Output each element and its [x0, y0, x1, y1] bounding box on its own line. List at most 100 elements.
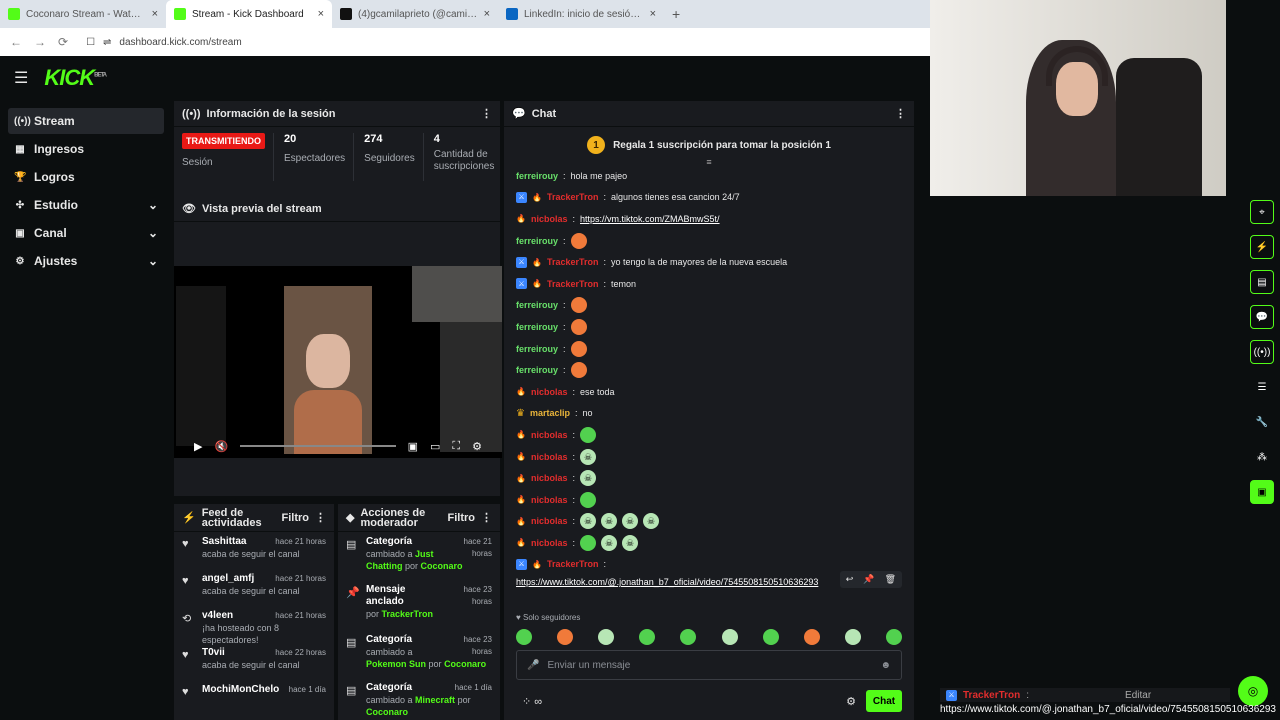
- chat-message[interactable]: ♛ martaclip: no: [504, 403, 914, 425]
- sidebar-item-ingresos[interactable]: ▦ Ingresos: [8, 136, 164, 162]
- collapse-icon[interactable]: ≡: [504, 157, 914, 167]
- broadcast-icon[interactable]: ((•)): [1250, 340, 1274, 364]
- back-icon[interactable]: ←: [10, 35, 22, 49]
- trash-icon[interactable]: 🗑: [885, 574, 896, 585]
- theater-icon[interactable]: ▭: [430, 440, 440, 453]
- chat-link[interactable]: https://www.tiktok.com/@.jonathan_b7_ofi…: [516, 577, 818, 587]
- emote-picker-icon[interactable]: [639, 629, 656, 645]
- chat-message[interactable]: 🔥 nicbolas: ☠: [504, 446, 914, 468]
- close-icon[interactable]: ×: [650, 8, 656, 20]
- forward-icon[interactable]: →: [34, 35, 46, 49]
- chat-input[interactable]: 🎤 Enviar un mensaje ☻: [516, 650, 902, 680]
- people-icon[interactable]: ⁘: [522, 696, 531, 708]
- mod-action-item[interactable]: ▤ hace 21 horas Categoría cambiado a Just C…: [338, 532, 500, 580]
- filter-button[interactable]: Filtro: [282, 512, 310, 524]
- mic-icon[interactable]: 🎤: [527, 660, 539, 671]
- infinity-icon[interactable]: ∞: [534, 696, 542, 708]
- close-icon[interactable]: ×: [484, 8, 490, 20]
- chat-message[interactable]: ferreirouy:: [504, 295, 914, 317]
- wrench-icon[interactable]: 🔧: [1250, 410, 1274, 434]
- browser-tab-active[interactable]: Stream - Kick Dashboard ×: [166, 0, 332, 28]
- kick-logo[interactable]: KICKBETA: [44, 65, 107, 91]
- mute-icon[interactable]: 🔇: [214, 440, 228, 453]
- edit-button[interactable]: Editar: [1125, 690, 1151, 701]
- emoji-icon[interactable]: ☻: [880, 660, 891, 671]
- chat-message[interactable]: ferreirouy: hola me pajeo: [504, 165, 914, 187]
- mod-action-item[interactable]: 📌 hace 23 horas Mensaje anclado por Tracker…: [338, 580, 500, 630]
- layers-icon[interactable]: ☰: [1250, 375, 1274, 399]
- sidebar-item-stream[interactable]: ((•)) Stream: [8, 108, 164, 134]
- browser-tab[interactable]: (4)gcamilaprieto (@camilaprieto_) ×: [332, 0, 498, 28]
- site-info-icon[interactable]: ⇌: [103, 37, 111, 48]
- emote-picker-icon[interactable]: [885, 629, 902, 645]
- new-tab-button[interactable]: +: [664, 0, 688, 28]
- mod-action-item[interactable]: ▤ hace 1 día Categoría cambiado a Minecraft…: [338, 678, 500, 720]
- emote-picker-icon[interactable]: [557, 629, 574, 645]
- chevron-down-icon[interactable]: ⌄: [148, 254, 158, 268]
- chat-message[interactable]: ⚔ 🔥 TrackerTron: algunos tienes esa cancion…: [504, 187, 914, 209]
- seek-bar[interactable]: [240, 445, 396, 447]
- share-icon[interactable]: ⁂: [1250, 445, 1274, 469]
- browser-tab[interactable]: Coconaro Stream - Watch Live on Ki ×: [0, 0, 166, 28]
- reload-icon[interactable]: ⟳: [58, 35, 68, 49]
- menu-icon[interactable]: ☰: [14, 68, 28, 88]
- kick-icon[interactable]: ▣: [1250, 480, 1274, 504]
- pip-icon[interactable]: ▣: [408, 440, 418, 453]
- pin-icon[interactable]: 📌: [863, 574, 874, 585]
- send-chat-button[interactable]: Chat: [866, 690, 902, 712]
- chat-message[interactable]: ⚔ 🔥 TrackerTron: yo tengo la de mayores de …: [504, 251, 914, 273]
- settings-icon[interactable]: ⚙: [472, 440, 482, 453]
- sidebar-item-logros[interactable]: 🏆 Logros: [8, 164, 164, 190]
- activity-item[interactable]: ♥ hace 21 horas Sashittaa acaba de seguir e…: [174, 532, 334, 569]
- reply-icon[interactable]: ↩: [846, 574, 854, 585]
- bookmark-icon[interactable]: ☐: [86, 37, 95, 48]
- chat-message[interactable]: 🔥 nicbolas: ☠ ☠ ☠ ☠: [504, 511, 914, 533]
- close-icon[interactable]: ×: [152, 8, 158, 20]
- chat-message[interactable]: ferreirouy:: [504, 230, 914, 252]
- activity-item[interactable]: ♥ hace 22 horas T0vii acaba de seguir el ca…: [174, 643, 334, 680]
- chat-bubble-icon[interactable]: 💬: [1250, 305, 1274, 329]
- chat-message[interactable]: 🔥 nicbolas: ese toda: [504, 381, 914, 403]
- play-icon[interactable]: ▶: [194, 440, 202, 453]
- chat-message[interactable]: ferreirouy:: [504, 316, 914, 338]
- chat-message[interactable]: 🔥 nicbolas: ☠ ☠: [504, 532, 914, 554]
- browser-tab[interactable]: LinkedIn: inicio de sesión o registro ×: [498, 0, 664, 28]
- url-field[interactable]: ☐ ⇌ dashboard.kick.com/stream: [80, 32, 922, 52]
- chat-message[interactable]: ferreirouy:: [504, 359, 914, 381]
- chat-message[interactable]: 🔥 nicbolas:: [504, 489, 914, 511]
- emote-picker-icon[interactable]: [516, 629, 532, 645]
- stream-preview[interactable]: ▶ 🔇 ▣ ▭ ⛶ ⚙: [174, 266, 502, 458]
- chevron-down-icon[interactable]: ⌄: [148, 226, 158, 240]
- document-icon[interactable]: ▤: [1250, 270, 1274, 294]
- more-icon[interactable]: ⋮: [315, 511, 326, 524]
- emote-picker-icon[interactable]: [721, 629, 738, 645]
- mod-action-item[interactable]: ▤ hace 23 horas Categoría cambiado a Pokemo…: [338, 630, 500, 678]
- activity-item[interactable]: ⟲ hace 21 horas v4leen ¡ha hosteado con 8 e…: [174, 606, 334, 645]
- emote-picker-icon[interactable]: [598, 629, 615, 645]
- filter-button[interactable]: Filtro: [448, 512, 476, 524]
- chat-message[interactable]: 🔥 nicbolas: https://vm.tiktok.com/ZMABmwS5…: [504, 208, 914, 230]
- more-icon[interactable]: ⋮: [895, 107, 906, 120]
- chevron-down-icon[interactable]: ⌄: [148, 198, 158, 212]
- activity-item[interactable]: ♥ hace 1 día MochiMonChelo: [174, 680, 334, 717]
- chat-settings-icon[interactable]: ⚙: [846, 695, 856, 708]
- chat-link[interactable]: https://vm.tiktok.com/ZMABmwS5t/: [580, 214, 720, 224]
- more-icon[interactable]: ⋮: [481, 107, 492, 120]
- fullscreen-icon[interactable]: ⛶: [452, 440, 460, 453]
- chat-message[interactable]: ⚔ 🔥 TrackerTron: temon: [504, 273, 914, 295]
- support-icon[interactable]: ◎: [1238, 676, 1268, 706]
- close-icon[interactable]: ×: [318, 8, 324, 20]
- more-icon[interactable]: ⋮: [481, 511, 492, 524]
- chat-message[interactable]: 🔥 nicbolas:: [504, 424, 914, 446]
- emote-picker-icon[interactable]: [844, 629, 861, 645]
- activity-item[interactable]: ♥ hace 21 horas angel_amfj acaba de seguir …: [174, 569, 334, 606]
- lightning-icon[interactable]: ⚡: [1250, 235, 1274, 259]
- emote-picker-icon[interactable]: [680, 629, 697, 645]
- sidebar-item-ajustes[interactable]: ⚙ Ajustes ⌄: [8, 248, 164, 274]
- sidebar-item-canal[interactable]: ▣ Canal ⌄: [8, 220, 164, 246]
- emote-picker-icon[interactable]: [803, 629, 820, 645]
- chat-message[interactable]: 🔥 nicbolas: ☠: [504, 467, 914, 489]
- emote-picker-icon[interactable]: [762, 629, 779, 645]
- sidebar-item-estudio[interactable]: ✣ Estudio ⌄: [8, 192, 164, 218]
- chat-message[interactable]: ferreirouy:: [504, 338, 914, 360]
